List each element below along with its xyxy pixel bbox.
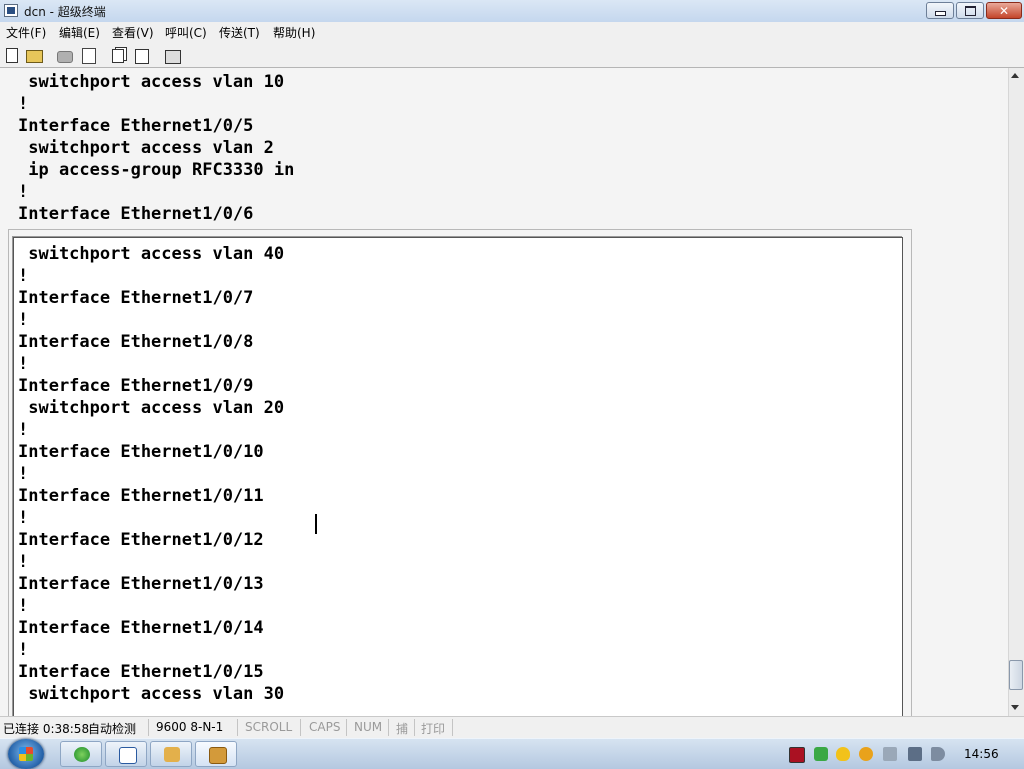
terminal-line: Interface Ethernet1/0/7 (18, 288, 254, 308)
network-icon[interactable] (908, 747, 922, 761)
scroll-down-arrow-icon[interactable] (1011, 705, 1019, 710)
new-file-icon[interactable] (6, 48, 18, 63)
security-icon[interactable] (836, 747, 850, 761)
volume-icon[interactable] (931, 747, 945, 761)
terminal-line: ! (18, 266, 29, 286)
terminal-line: ip access-group RFC3330 in (18, 160, 295, 180)
title-bar: dcn - 超级终端 ✕ (0, 0, 1024, 23)
terminal-line: switchport access vlan 30 (18, 684, 285, 704)
close-icon: ✕ (998, 3, 1010, 18)
terminal-line: Interface Ethernet1/0/13 (18, 574, 264, 594)
terminal-line: Interface Ethernet1/0/14 (18, 618, 264, 638)
browser-icon (74, 747, 90, 762)
status-bar: 已连接 0:38:58 自动检测 9600 8-N-1 SCROLL CAPS … (0, 716, 1024, 739)
terminal-line: ! (18, 596, 29, 616)
menu-view[interactable]: 查看(V) (112, 24, 154, 41)
shield-icon[interactable] (814, 747, 828, 761)
status-divider (452, 719, 453, 736)
terminal-line: ! (18, 464, 29, 484)
terminal-text: switchport access vlan 10 ! Interface Et… (18, 71, 294, 225)
scroll-thumb[interactable] (1009, 660, 1023, 690)
terminal-line: ! (18, 354, 29, 374)
terminal-line: switchport access vlan 2 (18, 138, 274, 158)
menu-help[interactable]: 帮助(H) (273, 24, 315, 41)
terminal-inner-pane[interactable]: switchport access vlan 40 ! Interface Et… (13, 237, 903, 716)
word-icon (119, 747, 137, 764)
print-indicator: 打印 (421, 722, 446, 736)
start-button[interactable] (8, 739, 44, 769)
terminal-line: ! (18, 182, 29, 202)
send-icon[interactable] (135, 49, 149, 64)
terminal-line: Interface Ethernet1/0/15 (18, 662, 264, 682)
taskbar: 14:56 (0, 738, 1024, 769)
hyperterminal-app-icon[interactable] (4, 4, 18, 17)
baud-setting: 9600 8-N-1 (156, 720, 224, 734)
restore-icon (964, 5, 976, 16)
terminal-line: Interface Ethernet1/0/5 (18, 116, 254, 136)
folder-icon (164, 747, 180, 762)
status-divider (346, 719, 347, 736)
terminal-line: switchport access vlan 10 (18, 72, 285, 92)
disconnect-icon[interactable] (57, 51, 73, 63)
terminal-line: Interface Ethernet1/0/12 (18, 530, 264, 550)
usb-icon[interactable] (859, 747, 873, 761)
terminal-line: Interface Ethernet1/0/9 (18, 376, 254, 396)
status-divider (388, 719, 389, 736)
menu-file[interactable]: 文件(F) (6, 24, 46, 41)
close-button[interactable]: ✕ (986, 2, 1022, 19)
hyperterminal-icon (209, 747, 227, 764)
minimize-button[interactable] (926, 2, 954, 19)
toolbar (0, 43, 1024, 68)
open-folder-icon[interactable] (26, 50, 43, 63)
terminal-line: Interface Ethernet1/0/8 (18, 332, 254, 352)
copy-icon[interactable] (112, 49, 124, 63)
caps-indicator: CAPS (309, 720, 341, 734)
menu-edit[interactable]: 编辑(E) (59, 24, 100, 41)
terminal-line: ! (18, 420, 29, 440)
terminal-line: ! (18, 552, 29, 572)
vertical-scrollbar[interactable] (1008, 68, 1024, 716)
status-divider (300, 719, 301, 736)
terminal-line: switchport access vlan 40 (18, 244, 285, 264)
print-icon[interactable] (165, 50, 181, 64)
minimize-icon (934, 11, 946, 16)
capture-indicator: 捕 (396, 722, 409, 736)
menu-transfer[interactable]: 传送(T) (219, 24, 260, 41)
taskbar-browser[interactable] (60, 741, 102, 767)
status-divider (148, 719, 149, 736)
network-monitor-icon[interactable] (789, 747, 805, 763)
terminal-line: ! (18, 640, 29, 660)
status-divider (414, 719, 415, 736)
status-divider (237, 719, 238, 736)
num-indicator: NUM (354, 720, 383, 734)
detect-mode: 自动检测 (88, 722, 137, 736)
properties-icon[interactable] (82, 48, 96, 64)
menu-bar: 文件(F) 编辑(E) 查看(V) 呼叫(C) 传送(T) 帮助(H) (0, 22, 1024, 42)
terminal-line: ! (18, 94, 29, 114)
terminal-line: ! (18, 508, 29, 528)
scroll-indicator: SCROLL (245, 720, 293, 734)
safely-remove-icon[interactable] (883, 747, 897, 761)
terminal-line: Interface Ethernet1/0/10 (18, 442, 264, 462)
terminal-line: Interface Ethernet1/0/11 (18, 486, 264, 506)
terminal-line: switchport access vlan 20 (18, 398, 285, 418)
scroll-up-arrow-icon[interactable] (1011, 73, 1019, 78)
window-title: dcn - 超级终端 (24, 5, 106, 19)
system-clock[interactable]: 14:56 (964, 747, 999, 761)
terminal-line: Interface Ethernet1/0/6 (18, 204, 254, 224)
taskbar-files[interactable] (150, 741, 192, 767)
taskbar-word[interactable] (105, 741, 147, 767)
terminal-output[interactable]: switchport access vlan 10 ! Interface Et… (0, 68, 1008, 716)
connection-time: 已连接 0:38:58 (3, 722, 90, 736)
maximize-button[interactable] (956, 2, 984, 19)
terminal-line: ! (18, 310, 29, 330)
menu-call[interactable]: 呼叫(C) (165, 24, 207, 41)
taskbar-hyperterminal[interactable] (195, 741, 237, 767)
terminal-inner-text: switchport access vlan 40 ! Interface Et… (18, 243, 284, 705)
text-caret (315, 514, 317, 534)
